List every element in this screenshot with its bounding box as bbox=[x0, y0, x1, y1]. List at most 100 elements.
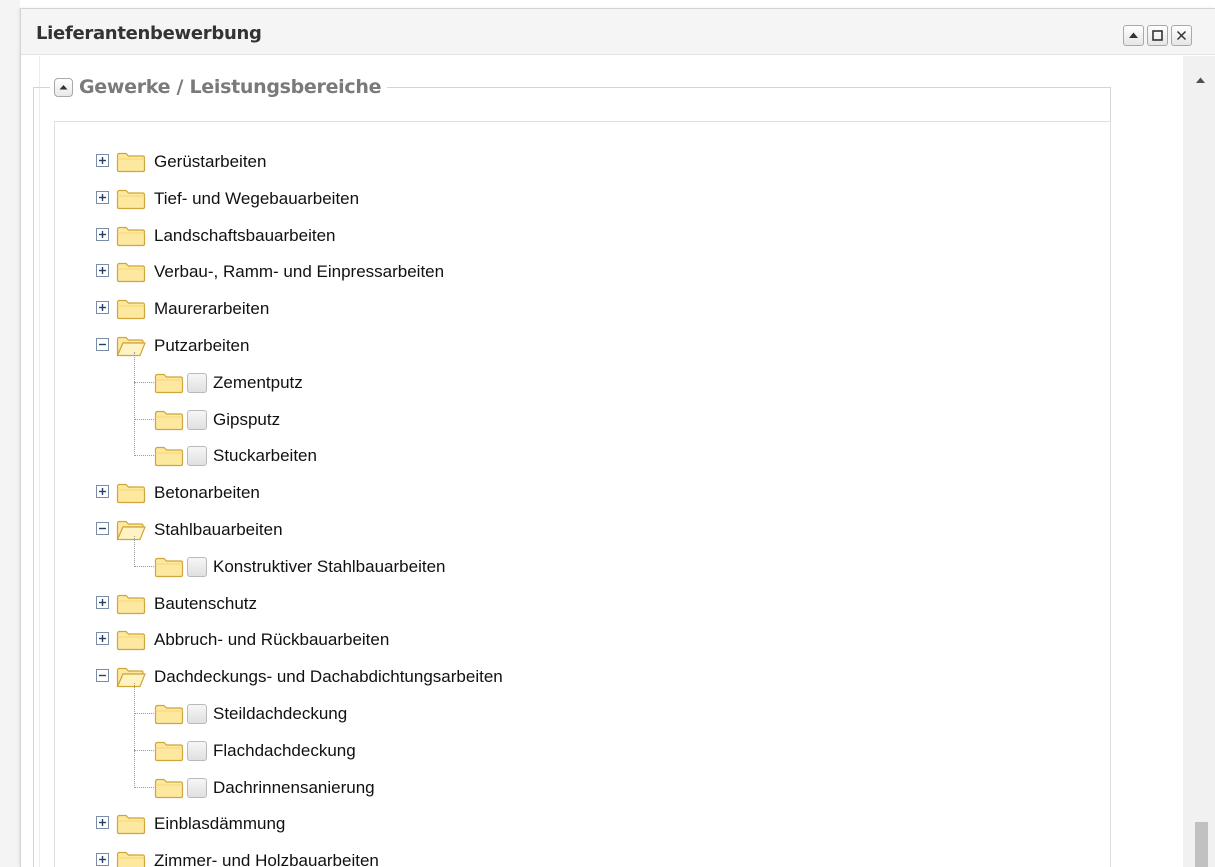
tree-node-label[interactable]: Abbruch- und Rückbauarbeiten bbox=[154, 630, 389, 650]
tree-node-label[interactable]: Maurerarbeiten bbox=[154, 299, 269, 319]
tree-node-label[interactable]: Verbau-, Ramm- und Einpressarbeiten bbox=[154, 262, 444, 282]
folder-wrapper bbox=[116, 298, 146, 325]
tree-node-3[interactable]: Landschaftsbauarbeiten bbox=[55, 222, 1055, 248]
checkbox-icon[interactable] bbox=[187, 372, 207, 393]
tree-node-9[interactable]: Bautenschutz bbox=[55, 590, 1055, 616]
window-title: Lieferantenbewerbung bbox=[36, 23, 262, 44]
collapse-node-button[interactable] bbox=[96, 669, 109, 683]
checkbox-icon[interactable] bbox=[187, 556, 207, 577]
tree-child-node[interactable]: Konstruktiver Stahlbauarbeiten bbox=[55, 553, 1055, 579]
folder-closed-icon bbox=[116, 152, 146, 173]
folder-closed-icon bbox=[154, 557, 184, 577]
checkbox-icon[interactable] bbox=[187, 446, 207, 467]
expand-node-button[interactable] bbox=[96, 227, 109, 241]
tree-child-label: Flachdachdeckung bbox=[213, 740, 356, 760]
tree-connector bbox=[134, 786, 154, 788]
tree-child-node[interactable]: Zementputz bbox=[55, 369, 1055, 395]
triangle-up-icon bbox=[59, 84, 68, 89]
checkbox-icon[interactable] bbox=[187, 740, 207, 761]
folder-wrapper bbox=[116, 850, 146, 867]
tree-node-label[interactable]: Bautenschutz bbox=[154, 594, 257, 614]
expand-node-button[interactable] bbox=[96, 190, 109, 204]
collapse-node-button[interactable] bbox=[96, 522, 109, 535]
folder-closed-icon bbox=[116, 594, 146, 614]
tree-node-2[interactable]: Tief- und Wegebauarbeiten bbox=[55, 185, 1055, 211]
tree-connector bbox=[134, 455, 154, 457]
close-icon bbox=[1176, 30, 1187, 41]
folder-closed-icon bbox=[116, 189, 146, 209]
tree-node-12[interactable]: Einblasdämmung bbox=[55, 810, 1055, 836]
tree-node-label[interactable]: Einblasdämmung bbox=[154, 814, 285, 834]
tree-connector bbox=[134, 683, 135, 788]
folder-wrapper bbox=[116, 666, 146, 693]
checkbox-icon[interactable] bbox=[187, 704, 207, 724]
tree-child-node[interactable]: Gipsputz bbox=[55, 406, 1055, 432]
tree-connector bbox=[134, 536, 135, 567]
expand-node-button[interactable] bbox=[96, 301, 109, 315]
tree-node-label[interactable]: Zimmer- und Holzbauarbeiten bbox=[154, 851, 379, 867]
tree-child-node[interactable]: Flachdachdeckung bbox=[55, 737, 1055, 763]
window-close-button[interactable] bbox=[1171, 25, 1192, 46]
expand-node-button[interactable] bbox=[96, 853, 109, 867]
tree-child-label: Zementputz bbox=[213, 372, 303, 392]
tree-child-node[interactable]: Stuckarbeiten bbox=[55, 442, 1055, 468]
checkbox-icon[interactable] bbox=[187, 777, 207, 798]
folder-wrapper bbox=[116, 482, 146, 509]
window-collapse-button[interactable] bbox=[1123, 25, 1144, 46]
expand-node-button[interactable] bbox=[96, 632, 109, 646]
tree-node-8[interactable]: Stahlbauarbeiten bbox=[55, 516, 1055, 542]
expand-node-button[interactable] bbox=[96, 485, 109, 499]
expand-node-button[interactable] bbox=[96, 154, 109, 167]
tree-node-4[interactable]: Verbau-, Ramm- und Einpressarbeiten bbox=[55, 258, 1055, 284]
plus-box-icon bbox=[96, 264, 109, 278]
tree-node-6[interactable]: Putzarbeiten bbox=[55, 332, 1055, 358]
fieldset-legend-label: Gewerke / Leistungsbereiche bbox=[79, 76, 382, 98]
tree-node-5[interactable]: Maurerarbeiten bbox=[55, 295, 1055, 321]
folder-closed-icon bbox=[116, 852, 146, 867]
folder-wrapper bbox=[154, 740, 184, 767]
tree-child-node[interactable]: Steildachdeckung bbox=[55, 700, 1055, 726]
tree-node-label[interactable]: Putzarbeiten bbox=[154, 336, 249, 356]
scrollbar-thumb[interactable] bbox=[1195, 822, 1208, 867]
tree-node-label[interactable]: Tief- und Wegebauarbeiten bbox=[154, 189, 359, 209]
plus-box-icon bbox=[96, 853, 109, 867]
checkbox-icon[interactable] bbox=[187, 409, 207, 430]
scroll-up-icon[interactable] bbox=[1195, 76, 1206, 84]
folder-wrapper bbox=[116, 813, 146, 840]
plus-box-icon bbox=[96, 595, 109, 609]
tree-node-13[interactable]: Zimmer- und Holzbauarbeiten bbox=[55, 847, 1055, 867]
folder-wrapper bbox=[116, 335, 146, 362]
vertical-scrollbar[interactable] bbox=[1183, 56, 1215, 867]
expand-node-button[interactable] bbox=[96, 816, 109, 830]
folder-wrapper bbox=[116, 151, 146, 178]
tree-child-label: Konstruktiver Stahlbauarbeiten bbox=[213, 556, 446, 576]
tree-node-label[interactable]: Gerüstarbeiten bbox=[154, 152, 266, 172]
folder-open-icon bbox=[116, 668, 146, 688]
folder-closed-icon bbox=[116, 226, 146, 246]
tree-node-10[interactable]: Abbruch- und Rückbauarbeiten bbox=[55, 626, 1055, 652]
tree-node-label[interactable]: Stahlbauarbeiten bbox=[154, 520, 283, 540]
folder-closed-icon bbox=[154, 704, 184, 725]
tree-node-11[interactable]: Dachdeckungs- und Dachabdichtungsarbeite… bbox=[55, 663, 1055, 689]
tree-child-node[interactable]: Dachrinnensanierung bbox=[55, 774, 1055, 800]
maximize-icon bbox=[1152, 30, 1163, 41]
folder-closed-icon bbox=[116, 815, 146, 835]
tree-node-label[interactable]: Betonarbeiten bbox=[154, 483, 260, 503]
folder-wrapper bbox=[116, 593, 146, 620]
window-maximize-button[interactable] bbox=[1147, 25, 1168, 46]
tree-node-label[interactable]: Landschaftsbauarbeiten bbox=[154, 226, 335, 246]
tree-child-label: Gipsputz bbox=[213, 409, 281, 429]
collapse-node-button[interactable] bbox=[96, 338, 109, 351]
minus-box-icon bbox=[96, 338, 109, 351]
tree-node-7[interactable]: Betonarbeiten bbox=[55, 479, 1055, 505]
plus-box-icon bbox=[96, 190, 109, 204]
triangle-up-icon bbox=[1129, 32, 1138, 38]
folder-wrapper bbox=[116, 519, 146, 546]
expand-node-button[interactable] bbox=[96, 264, 109, 278]
tree-node-label[interactable]: Dachdeckungs- und Dachabdichtungsarbeite… bbox=[154, 667, 503, 687]
tree-node-1[interactable]: Gerüstarbeiten bbox=[55, 148, 1055, 174]
tree-connector bbox=[134, 713, 154, 714]
plus-box-icon bbox=[96, 301, 109, 315]
fieldset-collapse-button[interactable] bbox=[54, 77, 73, 97]
expand-node-button[interactable] bbox=[96, 595, 109, 609]
